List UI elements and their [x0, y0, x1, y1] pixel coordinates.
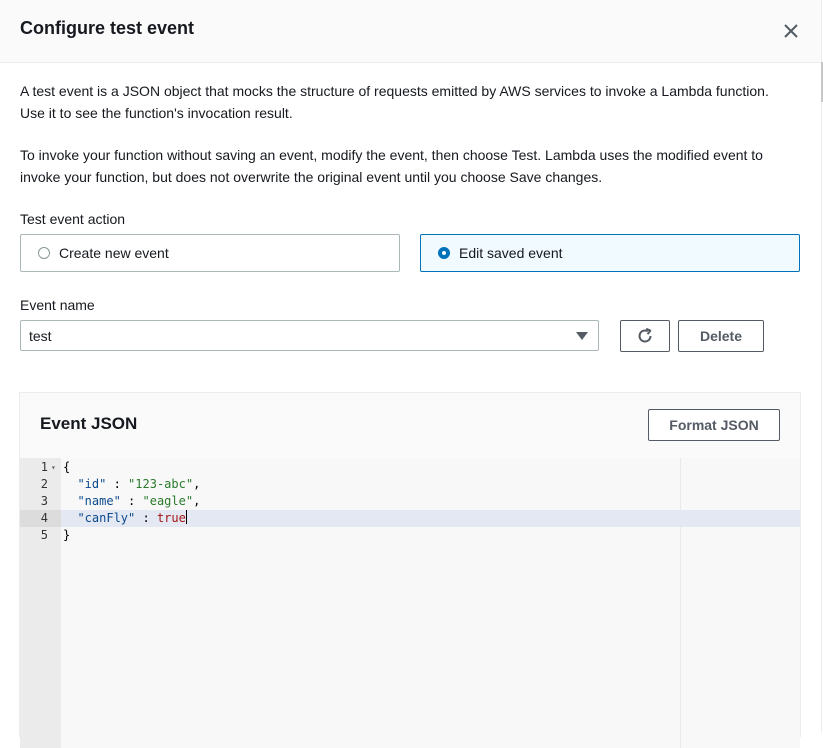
caret-down-icon: [576, 332, 588, 340]
code-line: 2 "id" : "123-abc",: [20, 476, 800, 493]
code-line: 1 ▾ {: [20, 459, 800, 476]
modal-right-border: [821, 0, 822, 732]
format-json-button[interactable]: Format JSON: [648, 409, 780, 441]
line-number: 3: [40, 494, 48, 508]
json-value: true: [156, 511, 186, 525]
line-number: 2: [40, 477, 48, 491]
json-separator: :: [135, 511, 157, 525]
event-name-label: Event name: [20, 297, 95, 313]
json-code-editor[interactable]: 1 ▾ { 2 "id" : "123-abc", 3 "name" : "ea…: [20, 458, 800, 748]
edit-saved-event-label: Edit saved event: [459, 245, 563, 261]
line-number: 5: [40, 528, 48, 542]
json-key: "id": [77, 477, 107, 491]
json-value: "123-abc": [128, 477, 194, 491]
json-key: "canFly": [77, 511, 136, 525]
fold-arrow-icon[interactable]: ▾: [51, 459, 56, 476]
edit-saved-event-option[interactable]: Edit saved event: [420, 234, 800, 272]
json-trail: ,: [193, 494, 201, 508]
json-key: "name": [77, 494, 121, 508]
event-json-header: Event JSON Format JSON: [20, 393, 800, 459]
code-line: 5 }: [20, 527, 800, 544]
close-icon: [784, 24, 798, 38]
line-number: 4: [40, 511, 48, 525]
radio-create-new-event[interactable]: [38, 247, 50, 259]
code-text: "name" : "eagle",: [63, 493, 200, 510]
json-separator: :: [120, 494, 143, 508]
refresh-button[interactable]: [620, 320, 670, 352]
radio-edit-saved-event[interactable]: [438, 247, 450, 259]
code-text: }: [63, 528, 71, 542]
line-number: 1: [40, 460, 48, 474]
code-text: "canFly" : true: [63, 510, 187, 527]
code-text: {: [63, 460, 71, 474]
test-event-action-label: Test event action: [20, 211, 126, 227]
code-line: 3 "name" : "eagle",: [20, 493, 800, 510]
modal-title: Configure test event: [20, 18, 195, 38]
delete-button[interactable]: Delete: [678, 320, 764, 352]
json-value: "eagle": [142, 494, 194, 508]
event-name-select[interactable]: test: [20, 320, 599, 351]
modal-header: Configure test event: [0, 0, 821, 63]
code-line: 4 "canFly" : true: [20, 510, 800, 527]
create-new-event-option[interactable]: Create new event: [20, 234, 400, 272]
code-text: "id" : "123-abc",: [63, 476, 200, 493]
json-trail: ,: [193, 477, 201, 491]
close-button[interactable]: [780, 20, 802, 42]
event-json-container: Event JSON Format JSON 1 ▾ { 2 "id" : "1…: [19, 392, 801, 748]
description-paragraph-1: A test event is a JSON object that mocks…: [20, 83, 769, 121]
refresh-icon: [638, 327, 652, 343]
description-paragraph-2: To invoke your function without saving a…: [20, 147, 763, 185]
event-name-value: test: [29, 328, 52, 344]
text-cursor: [185, 510, 187, 524]
json-separator: :: [106, 477, 129, 491]
event-json-title: Event JSON: [40, 414, 138, 433]
create-new-event-label: Create new event: [59, 245, 169, 261]
